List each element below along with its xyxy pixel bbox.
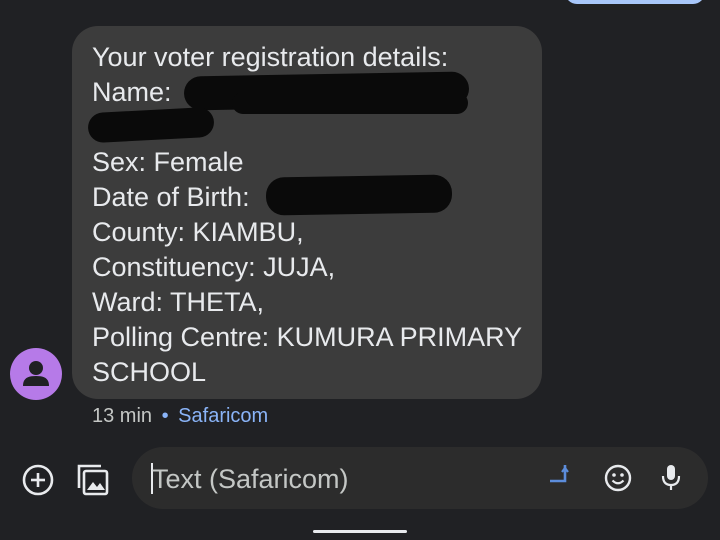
previous-message-bubble[interactable] <box>565 0 705 4</box>
person-icon <box>23 361 49 386</box>
sender-avatar[interactable] <box>10 348 62 400</box>
message-line: County: KIAMBU, <box>92 217 304 247</box>
message-line: Sex: Female <box>92 147 244 177</box>
emoji-icon <box>604 464 632 492</box>
message-line: Your voter registration details: <box>92 42 449 72</box>
sim-select-icon <box>550 465 569 483</box>
message-input[interactable]: Text (Safaricom) <box>152 464 349 495</box>
meta-separator: • <box>161 405 169 427</box>
gallery-button[interactable] <box>75 460 111 498</box>
home-indicator[interactable] <box>313 530 407 533</box>
message-meta: 13 min • Safaricom <box>92 405 268 428</box>
microphone-icon <box>661 465 681 490</box>
emoji-button[interactable] <box>602 462 634 494</box>
message-time: 13 min <box>92 405 153 427</box>
message-line: Ward: THETA, <box>92 287 265 317</box>
compose-bar[interactable]: Text (Safaricom) <box>132 447 708 509</box>
message-line: Polling Centre: KUMURA PRIMARY <box>92 322 523 352</box>
message-bubble[interactable]: Your voter registration details: Name: S… <box>72 26 542 399</box>
add-attachment-button[interactable] <box>20 462 56 498</box>
add-circle-icon <box>22 464 54 496</box>
sim-select-button[interactable] <box>546 461 572 489</box>
message-line: SCHOOL <box>92 357 207 387</box>
sender-name[interactable]: Safaricom <box>178 405 268 427</box>
gallery-icon <box>77 464 109 496</box>
message-line: Constituency: JUJA, <box>92 252 336 282</box>
conversation-screen: Your voter registration details: Name: S… <box>0 0 720 540</box>
voice-input-button[interactable] <box>658 461 684 495</box>
